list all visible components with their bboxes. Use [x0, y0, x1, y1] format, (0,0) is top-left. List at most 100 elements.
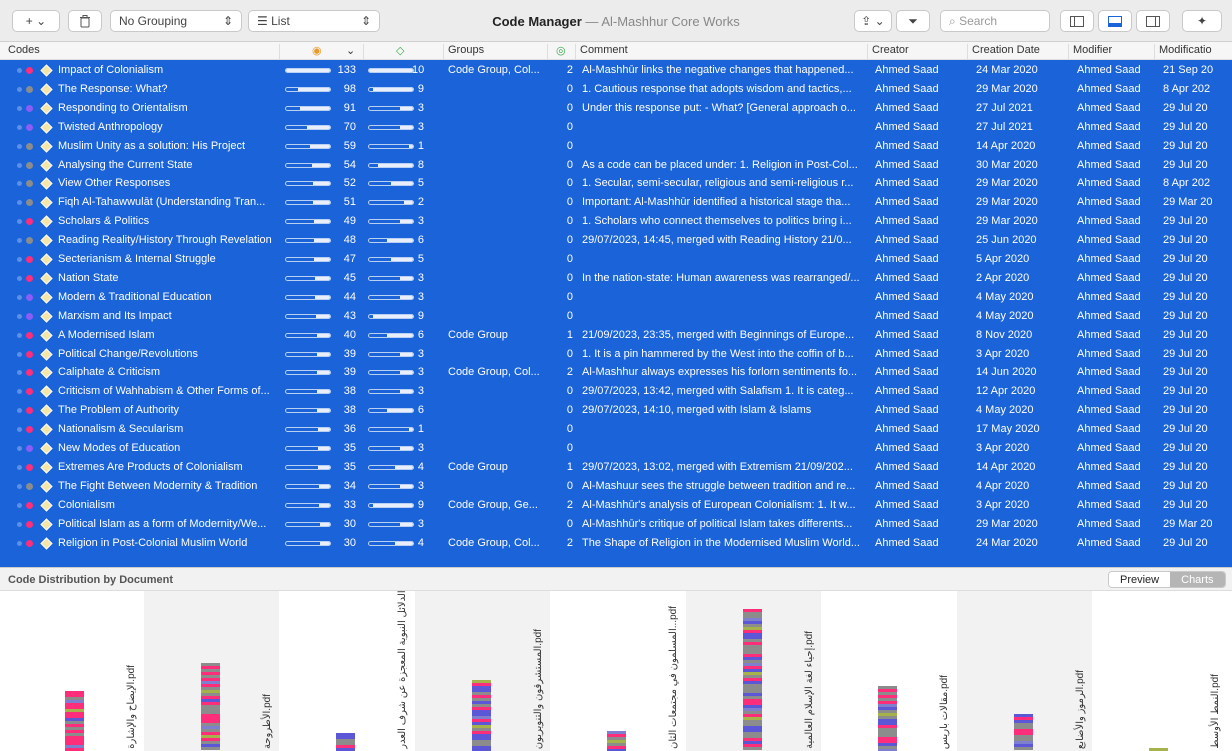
grounded-bar: [285, 257, 331, 262]
document-stack-bar[interactable]: [1013, 714, 1033, 751]
chart-header: Code Distribution by Document Preview Ch…: [0, 567, 1232, 591]
table-row[interactable]: Marxism and Its Impact 43 9 0 Ahmed Saad 4 Ma…: [0, 307, 1232, 326]
table-row[interactable]: Analysing the Current State 54 8 0 As a code…: [0, 156, 1232, 175]
code-distribution-chart: الإيضاح والإشارة.pdf الأطروحة.pdf الدلائل …: [0, 591, 1232, 751]
table-row[interactable]: Political Change/Revolutions 39 3 0 1. It is…: [0, 345, 1232, 364]
table-row[interactable]: Political Islam as a form of Modernity/W…: [0, 515, 1232, 534]
modifier-cell: Ahmed Saad: [1077, 498, 1141, 511]
charts-tab[interactable]: Charts: [1170, 572, 1225, 587]
status-dot: [17, 124, 22, 130]
left-panel-toggle[interactable]: [1060, 10, 1094, 32]
creation-date-column-header[interactable]: Creation Date: [972, 44, 1040, 56]
color-dot: [26, 369, 33, 377]
table-row[interactable]: Religion in Post-Colonial Muslim World 30…: [0, 534, 1232, 553]
code-icon: [40, 177, 53, 191]
table-row[interactable]: Secterianism & Internal Struggle 47 5 0 Ahme…: [0, 250, 1232, 269]
document-stack-bar[interactable]: [607, 731, 626, 751]
status-dot: [17, 427, 22, 433]
filter-button[interactable]: ⏷: [896, 10, 930, 32]
table-row[interactable]: The Response: What? 98 9 0 1. Cautious respo…: [0, 80, 1232, 99]
group-count: 1: [566, 328, 573, 341]
code-icon: [40, 158, 53, 172]
table-row[interactable]: The Problem of Authority 38 6 0 29/07/2023, …: [0, 401, 1232, 420]
share-button[interactable]: ⇪ ⌄: [854, 10, 892, 32]
creator-column-header[interactable]: Creator: [872, 44, 909, 56]
status-dot: [17, 464, 22, 470]
grounded-count: 48: [343, 234, 356, 247]
comment-cell: Al-Mashhur always expresses his forlorn …: [582, 366, 858, 379]
right-panel-toggle[interactable]: [1136, 10, 1170, 32]
creation-date-cell: 14 Apr 2020: [976, 139, 1036, 152]
document-stack-bar[interactable]: [878, 686, 897, 751]
status-dot: [17, 540, 22, 546]
grounded-count: 40: [343, 328, 356, 341]
groups-column-header[interactable]: Groups: [448, 44, 484, 56]
status-dot: [17, 446, 22, 451]
document-stack-bar[interactable]: [336, 733, 355, 751]
modification-date-column-header[interactable]: Modificatio: [1159, 44, 1212, 56]
document-stack-bar[interactable]: [471, 680, 491, 751]
grouping-select[interactable]: No Grouping ⇕: [110, 10, 242, 32]
code-icon: [40, 461, 53, 474]
density-bar: [368, 219, 414, 225]
table-row[interactable]: Modern & Traditional Education 44 3 0 Ahmed …: [0, 288, 1232, 307]
modification-date-cell: 29 Jul 20: [1163, 498, 1208, 511]
bottom-panel-toggle[interactable]: [1098, 10, 1132, 32]
grounded-bar: [285, 540, 331, 546]
density-column-icon[interactable]: ◇: [396, 44, 404, 57]
group-count: 0: [566, 290, 573, 303]
color-dot: [26, 180, 33, 188]
table-row[interactable]: Nation State 45 3 0 In the nation-state: Hum…: [0, 269, 1232, 288]
table-row[interactable]: Caliphate & Criticism 39 3 Code Group, Col.…: [0, 363, 1232, 382]
table-row[interactable]: Criticism of Wahhabism & Other Forms of.…: [0, 382, 1232, 401]
table-row[interactable]: Nationalism & Secularism 36 1 0 Ahmed Saad 17…: [0, 420, 1232, 439]
grounded-count: 44: [343, 290, 356, 303]
density-count: 10: [412, 64, 424, 76]
add-code-button[interactable]: + ⌄: [12, 10, 60, 32]
table-row[interactable]: A Modernised Islam 40 6 Code Group 1 21/09/20…: [0, 326, 1232, 345]
creator-cell: Ahmed Saad: [875, 347, 939, 360]
pin-button[interactable]: ✦: [1182, 10, 1222, 32]
comment-cell: 29/07/2023, 14:45, merged with Reading H…: [582, 234, 852, 247]
table-row[interactable]: Twisted Anthropology 70 3 0 Ahmed Saad 27 Jul…: [0, 118, 1232, 137]
group-count-column-icon[interactable]: ◎: [556, 44, 566, 57]
delete-button[interactable]: [68, 10, 102, 32]
codes-table: Impact of Colonialism 133 10 Code Group, Co…: [0, 60, 1232, 567]
sidebar-right-icon: [1146, 15, 1160, 27]
color-dot: [26, 426, 33, 434]
table-row[interactable]: The Fight Between Modernity & Tradition 3…: [0, 477, 1232, 496]
creator-cell: Ahmed Saad: [875, 177, 939, 190]
preview-tab[interactable]: Preview: [1109, 572, 1171, 587]
grounded-bar: [285, 68, 331, 73]
table-row[interactable]: Reading Reality/History Through Revelati…: [0, 231, 1232, 250]
modifier-column-header[interactable]: Modifier: [1073, 44, 1112, 56]
table-row[interactable]: Fiqh Al-Tahawwulāt (Understanding Tran..…: [0, 193, 1232, 212]
codes-column-header[interactable]: Codes: [8, 44, 40, 56]
table-row[interactable]: Colonialism 33 9 Code Group, Ge... 2 Al-Mashh…: [0, 496, 1232, 515]
creator-cell: Ahmed Saad: [875, 82, 939, 95]
code-name: The Fight Between Modernity & Tradition: [58, 479, 258, 492]
title-text: Code Manager: [492, 14, 582, 29]
document-label: الدلائل النبوية المعجزة عن شرف العدر...: [397, 591, 408, 749]
table-row[interactable]: Impact of Colonialism 133 10 Code Group, Co…: [0, 61, 1232, 80]
view-mode-select[interactable]: ☰ List ⇕: [248, 10, 380, 32]
search-field[interactable]: ⌕ Search: [940, 10, 1050, 32]
table-row[interactable]: Scholars & Politics 49 3 0 1. Scholars who c…: [0, 212, 1232, 231]
chart-title: Code Distribution by Document: [8, 574, 173, 586]
table-row[interactable]: Muslim Unity as a solution: His Project 5…: [0, 137, 1232, 156]
density-bar: [368, 446, 414, 451]
table-row[interactable]: New Modes of Education 35 3 0 Ahmed Saad 3 Ap…: [0, 439, 1232, 458]
sort-chevron-icon[interactable]: ⌄: [346, 44, 355, 57]
modifier-cell: Ahmed Saad: [1077, 271, 1141, 284]
document-stack-bar[interactable]: [65, 691, 84, 751]
document-stack-bar[interactable]: [742, 609, 762, 751]
code-icon: [40, 328, 53, 342]
document-stack-bar[interactable]: [200, 663, 220, 751]
grounded-column-icon[interactable]: ◉: [312, 44, 322, 57]
density-count: 3: [417, 347, 424, 360]
table-row[interactable]: Responding to Orientalism 91 3 0 Under this …: [0, 99, 1232, 118]
table-row[interactable]: View Other Responses 52 5 0 1. Secular, semi…: [0, 174, 1232, 193]
creation-date-cell: 17 May 2020: [976, 423, 1040, 436]
comment-column-header[interactable]: Comment: [580, 44, 628, 56]
table-row[interactable]: Extremes Are Products of Colonialism 35 4 C…: [0, 458, 1232, 477]
